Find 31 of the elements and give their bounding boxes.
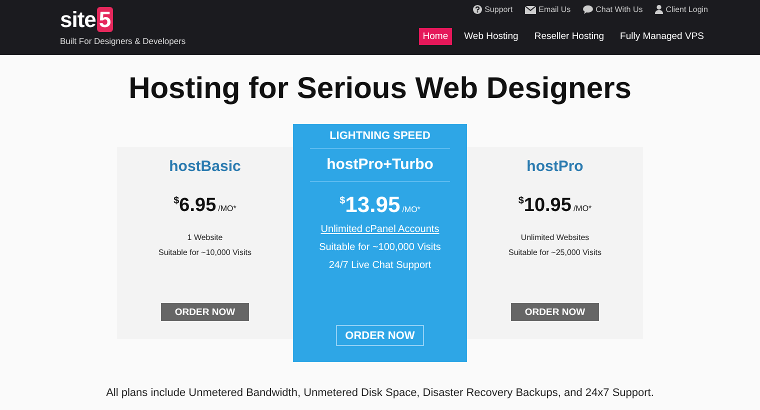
top-link[interactable]: Support bbox=[472, 5, 513, 14]
site-logo[interactable]: site5 bbox=[60, 8, 113, 32]
nav-tab[interactable]: Fully Managed VPS bbox=[616, 28, 708, 45]
plan-price: $^{$}$10.95/MO* bbox=[518, 195, 592, 217]
feature-text: Suitable for ~100,000 Visits bbox=[319, 242, 441, 253]
feature-text: Suitable for ~10,000 Visits bbox=[158, 248, 252, 257]
order-button[interactable]: ORDER NOW bbox=[161, 303, 249, 321]
plan-name: hostPro+Turbo bbox=[310, 149, 450, 182]
plan-price: $^{$}$6.95/MO* bbox=[174, 195, 236, 217]
order-button[interactable]: ORDER NOW bbox=[511, 303, 599, 321]
nav-tab[interactable]: Web Hosting bbox=[460, 28, 522, 45]
page-heading: Hosting for Serious Web Designers bbox=[128, 72, 632, 106]
envelope-icon bbox=[524, 6, 536, 14]
feature-text: 1 Website bbox=[187, 233, 223, 242]
feature-text: Suitable for ~25,000 Visits bbox=[508, 248, 602, 257]
nav-tab[interactable]: Reseller Hosting bbox=[530, 28, 608, 45]
plan-price: $^{$}$13.95/MO* bbox=[340, 192, 420, 218]
card-label: LIGHTNING SPEED bbox=[310, 130, 450, 149]
footnote: All plans include Unmetered Bandwidth, Unmetered Disk Space, Disaster Recovery Backups, and 24x7 Support. bbox=[105, 387, 655, 399]
nav-tab[interactable]: Home bbox=[418, 28, 452, 45]
feature-text: Unlimited Websites bbox=[520, 233, 590, 242]
speech-bubble-icon bbox=[582, 5, 593, 14]
top-link[interactable]: Client Login bbox=[654, 5, 708, 14]
tagline: Built For Designers & Developers bbox=[60, 36, 186, 46]
top-link[interactable]: Chat With Us bbox=[582, 5, 643, 14]
feature-text: 24/7 Live Chat Support bbox=[328, 260, 432, 271]
top-link[interactable]: Email Us bbox=[524, 5, 571, 14]
plan-name: hostPro bbox=[526, 158, 584, 175]
plan-name: hostBasic bbox=[169, 158, 241, 175]
help-icon bbox=[472, 5, 482, 14]
user-icon bbox=[654, 5, 663, 14]
